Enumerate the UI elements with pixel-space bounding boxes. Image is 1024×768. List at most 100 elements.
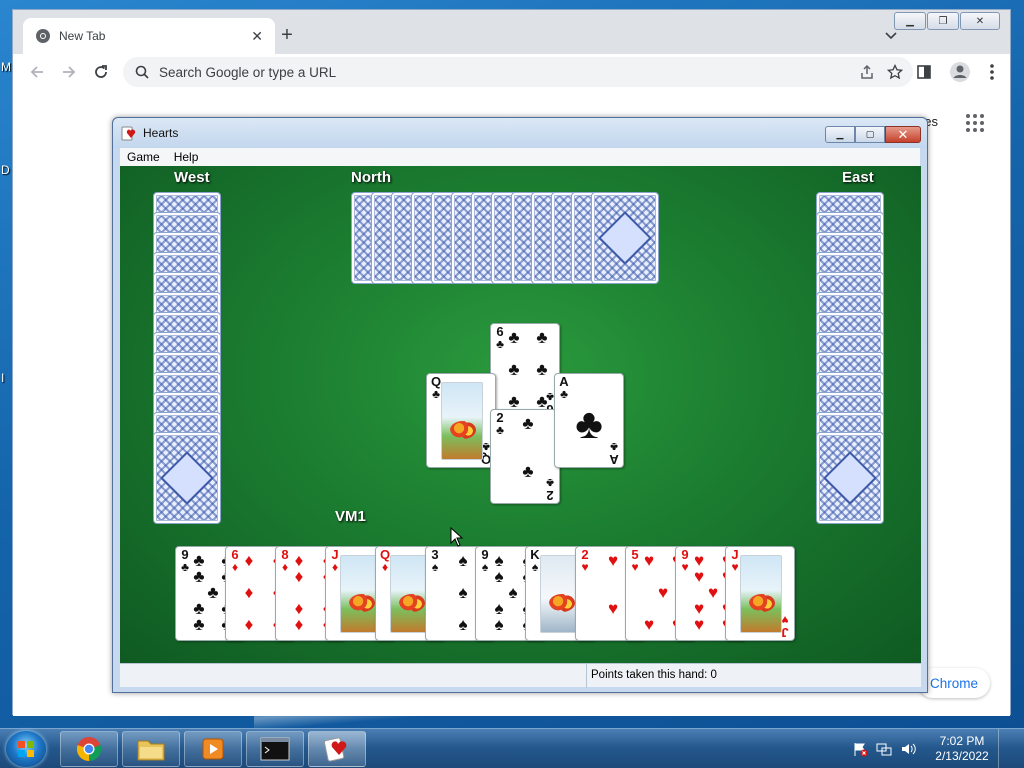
suit-pip-icon: ♦ (244, 615, 254, 634)
reload-icon (95, 65, 107, 78)
tab-title: New Tab (59, 29, 106, 43)
trick-card-south[interactable]: 2 ♣ 2 ♣ ♣ ♣ (490, 409, 560, 504)
hearts-maximize-button[interactable]: ▢ (855, 126, 885, 143)
chrome-tab[interactable]: New Tab ✕ (23, 18, 275, 54)
hearts-titlebar[interactable]: Hearts ▁ ▢ ✕ (113, 118, 927, 148)
menu-game[interactable]: Game (120, 150, 167, 164)
close-button[interactable]: ✕ (960, 12, 1000, 30)
player-west-label: West (174, 169, 210, 186)
hearts-close-button[interactable]: ✕ (885, 126, 921, 143)
hearts-window-controls: ▁ ▢ ✕ (825, 126, 921, 143)
suit-pip-icon: ♦ (294, 567, 304, 586)
omnibox-placeholder: Search Google or type a URL (159, 64, 337, 80)
suit-pip-icon: ♣ (207, 583, 219, 602)
hearts-minimize-button[interactable]: ▁ (825, 126, 855, 143)
minimize-button[interactable]: ▁ (894, 12, 926, 30)
taskbar-cmd[interactable] (246, 731, 304, 767)
start-button[interactable] (6, 731, 46, 767)
toolbar-right (910, 58, 1002, 86)
kebab-menu-icon[interactable] (982, 58, 1002, 86)
trick-card-west[interactable]: Q ♣ Q ♣ (426, 373, 496, 468)
tab-close-icon[interactable]: ✕ (251, 28, 263, 45)
taskbar-explorer[interactable] (122, 731, 180, 767)
side-panel-icon[interactable] (910, 58, 938, 86)
flower-art-icon (450, 421, 476, 439)
flower-art-icon (749, 594, 775, 612)
suit-pip-icon: ♥ (607, 599, 619, 618)
windows-logo-icon (18, 741, 34, 757)
suit-pip-icon: ♣ (575, 400, 603, 447)
card-rank: 6 ♦ (231, 547, 239, 574)
new-tab-button[interactable]: + (275, 24, 299, 48)
hearts-title: Hearts (143, 126, 179, 140)
suit-pip-icon: ♥ (693, 567, 705, 586)
card-table: West North East VM1 6♣6♣♣♣♣♣♣♣Q♣Q♣2♣2♣♣♣… (120, 166, 921, 663)
chrome-tab-strip: New Tab ✕ + ▁ ❐ ✕ (13, 10, 1010, 54)
taskbar-chrome[interactable] (60, 731, 118, 767)
suit-pip-icon: ♥ (643, 615, 655, 634)
suit-pip-icon: ♦ (244, 583, 254, 602)
hearts-statusbar: Points taken this hand: 0 (120, 663, 921, 688)
back-button[interactable] (21, 56, 53, 88)
forward-button[interactable] (53, 56, 85, 88)
card-rank: 3 ♠ (431, 547, 439, 574)
desktop-icon-label[interactable]: M (1, 60, 11, 74)
desktop-icon-label[interactable]: D (1, 163, 10, 177)
menu-help[interactable]: Help (167, 150, 206, 164)
show-desktop-button[interactable] (998, 729, 1010, 768)
omnibox-actions (859, 57, 913, 87)
clock-time: 7:02 PM (939, 734, 985, 748)
taskbar: 7:02 PM 2/13/2022 (0, 728, 1024, 768)
network-icon[interactable] (876, 741, 892, 757)
suit-pip-icon: ♠ (458, 583, 468, 602)
hearts-app-icon (121, 126, 136, 141)
taskbar-media-player[interactable] (184, 731, 242, 767)
minimize-icon: ▁ (836, 129, 844, 139)
card-rank: 6 ♣ (496, 324, 504, 351)
hearts-icon (323, 737, 347, 762)
volume-icon[interactable] (900, 741, 916, 757)
suit-pip-icon: ♦ (244, 551, 254, 570)
customize-chrome-button[interactable]: Chrome (917, 668, 990, 698)
card-rank: 5 ♥ (631, 547, 639, 574)
reload-button[interactable] (85, 56, 117, 88)
system-tray: 7:02 PM 2/13/2022 (848, 729, 1024, 768)
points-taken-status: Points taken this hand: 0 (591, 669, 717, 681)
action-center-flag-icon[interactable] (852, 741, 868, 757)
trick-card-north[interactable]: 6♣6♣♣♣♣♣♣♣ (490, 323, 560, 418)
chrome-icon (76, 737, 102, 762)
omnibox[interactable]: Search Google or type a URL (123, 57, 913, 87)
card-rank: 9 ♠ (481, 547, 489, 574)
restore-button[interactable]: ❐ (927, 12, 959, 30)
desktop-icon-label[interactable]: I (1, 371, 4, 385)
search-icon (135, 65, 149, 79)
player-south-label: VM1 (335, 508, 366, 525)
chrome-window-controls: ▁ ❐ ✕ (894, 12, 1000, 30)
player-east-label: East (842, 169, 874, 186)
terminal-icon (260, 737, 290, 761)
clock[interactable]: 7:02 PM 2/13/2022 (932, 734, 992, 764)
taskbar-hearts[interactable] (308, 731, 366, 767)
trick-card-east[interactable]: A ♣ A ♣ ♣ (554, 373, 624, 468)
suit-pip-icon: ♠ (458, 551, 468, 570)
suit-pip-icon: ♥ (643, 551, 655, 570)
suit-pip-icon: ♣ (536, 360, 548, 379)
suit-pip-icon: ♥ (707, 583, 719, 602)
close-icon: ✕ (975, 15, 985, 27)
google-apps-icon[interactable] (966, 114, 984, 132)
hearts-window: Hearts ▁ ▢ ✕ Game Help West North East V… (112, 117, 928, 693)
suit-pip-icon: ♣ (522, 462, 534, 481)
bookmark-star-icon[interactable] (887, 64, 903, 80)
card-rank: 2 ♥ (581, 547, 589, 574)
suit-pip-icon: ♠ (494, 567, 504, 586)
west-card-back (153, 432, 221, 524)
share-icon[interactable] (859, 64, 875, 80)
suit-pip-icon: ♥ (657, 583, 669, 602)
flower-art-icon (549, 594, 575, 612)
profile-avatar-icon[interactable] (946, 58, 974, 86)
hand-card[interactable]: J ♥ J ♥ (725, 546, 795, 641)
suit-pip-icon: ♣ (193, 615, 205, 634)
player-north-label: North (351, 169, 391, 186)
card-rank: 2 ♣ (496, 410, 504, 437)
media-player-icon (202, 738, 224, 760)
